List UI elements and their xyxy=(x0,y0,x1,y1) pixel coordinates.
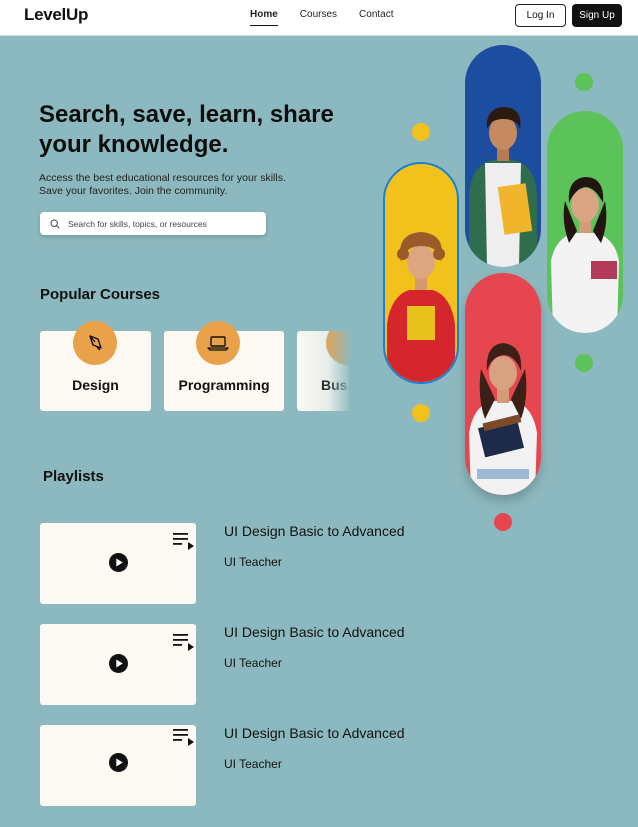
search-bar[interactable] xyxy=(40,212,266,235)
nav-link-courses[interactable]: Courses xyxy=(300,9,337,26)
course-card-design[interactable]: Design xyxy=(40,321,151,411)
hero-photo-student-books xyxy=(465,273,541,495)
playlist-icon xyxy=(173,634,194,651)
nav-links: Home Courses Contact xyxy=(250,9,394,26)
playlist-title[interactable]: UI Design Basic to Advanced xyxy=(224,523,405,539)
decor-dot-green xyxy=(575,354,593,372)
playlist-thumbnail[interactable] xyxy=(40,523,196,604)
login-button[interactable]: Log In xyxy=(515,4,566,27)
laptop-icon xyxy=(196,321,240,365)
decor-dot-green xyxy=(575,73,593,91)
playlist-title[interactable]: UI Design Basic to Advanced xyxy=(224,624,405,640)
playlist-teacher: UI Teacher xyxy=(224,656,282,670)
course-card-programming[interactable]: Programming xyxy=(164,321,284,411)
search-icon xyxy=(50,218,60,229)
logo[interactable]: LevelUp xyxy=(24,5,88,25)
playlists-title: Playlists xyxy=(43,468,104,485)
playlist-teacher: UI Teacher xyxy=(224,555,282,569)
playlist-icon xyxy=(173,729,194,746)
hero-photo-student-woman xyxy=(547,111,623,333)
play-icon[interactable] xyxy=(109,553,128,572)
briefcase-icon xyxy=(326,331,349,365)
hero-subtitle: Access the best educational resources fo… xyxy=(39,172,286,197)
playlist-teacher: UI Teacher xyxy=(224,757,282,771)
playlist-title[interactable]: UI Design Basic to Advanced xyxy=(224,725,405,741)
decor-dot-red xyxy=(494,513,512,531)
playlist-icon xyxy=(173,533,194,550)
signup-button[interactable]: Sign Up xyxy=(572,4,622,27)
play-icon[interactable] xyxy=(109,753,128,772)
nav-link-home[interactable]: Home xyxy=(250,9,278,26)
playlist-thumbnail[interactable] xyxy=(40,624,196,705)
hero-photo-student-man xyxy=(465,45,541,267)
course-card-business[interactable]: Bus xyxy=(297,331,349,411)
decor-dot-yellow xyxy=(412,404,430,422)
hero-title: Search, save, learn, share your knowledg… xyxy=(39,101,334,158)
pen-tool-icon xyxy=(73,321,117,365)
course-label: Programming xyxy=(178,377,270,393)
course-label: Design xyxy=(72,377,119,393)
course-label: Bus xyxy=(321,377,348,393)
decor-dot-yellow xyxy=(412,123,430,141)
hero-photo-student-curly xyxy=(383,162,459,384)
popular-courses-title: Popular Courses xyxy=(40,286,161,303)
nav-link-contact[interactable]: Contact xyxy=(359,9,393,26)
playlist-thumbnail[interactable] xyxy=(40,725,196,806)
play-icon[interactable] xyxy=(109,654,128,673)
search-input[interactable] xyxy=(68,218,248,229)
top-nav: LevelUp Home Courses Contact Log In Sign… xyxy=(0,0,638,36)
